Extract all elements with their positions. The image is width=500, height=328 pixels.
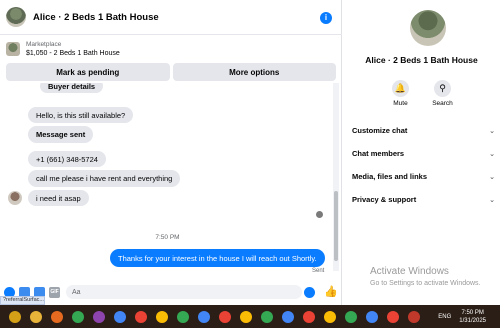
store-icon[interactable] (93, 310, 105, 323)
chrome-icon[interactable] (219, 310, 231, 323)
chrome-icon[interactable] (114, 310, 126, 323)
emoji-icon[interactable] (304, 286, 315, 298)
composer: GIF Aa 👍 (0, 282, 342, 302)
chrome-icon[interactable] (261, 310, 273, 323)
search-label: Search (432, 100, 453, 107)
message-bubble: i need it asap (28, 190, 89, 206)
wallet-app-icon[interactable] (9, 310, 21, 323)
details-menu: Customize chat ⌄ Chat members ⌄ Media, f… (352, 119, 497, 211)
message-scrollbar[interactable] (333, 83, 339, 271)
chrome-icon[interactable] (387, 310, 399, 323)
details-pane: Alice · 2 Beds 1 Bath House 🔔 Mute ⚲ Sea… (343, 0, 500, 305)
clock[interactable]: 7:50 PM 1/31/2025 (459, 309, 486, 325)
like-icon[interactable]: 👍 (324, 286, 338, 298)
activate-windows-watermark: Activate Windows (370, 266, 449, 277)
menu-item-label: Chat members (352, 149, 405, 158)
search-button[interactable]: ⚲ Search (431, 80, 455, 107)
chevron-down-icon: ⌄ (489, 196, 495, 204)
message-input[interactable]: Aa (66, 285, 302, 299)
gif-icon[interactable]: GIF (49, 286, 60, 298)
menu-item-customize-chat[interactable]: Customize chat ⌄ (352, 119, 497, 142)
listing-price: $1,050 - 2 Beds 1 Bath House (26, 50, 120, 57)
chat-title[interactable]: Alice · 2 Beds 1 Bath House (33, 12, 159, 23)
chrome-icon[interactable] (156, 310, 168, 323)
clock-date: 1/31/2025 (459, 317, 486, 324)
sender-avatar (8, 191, 22, 205)
activate-windows-hint: Go to Settings to activate Windows. (370, 280, 481, 287)
system-tray: ENG 7:50 PM 1/31/2025 (438, 305, 500, 328)
listing-text: Marketplace $1,050 - 2 Beds 1 Bath House (26, 40, 120, 58)
listing-actions: Mark as pending More options (6, 63, 336, 81)
terminal-icon[interactable] (408, 310, 420, 323)
chrome-icon[interactable] (282, 310, 294, 323)
menu-item-label: Privacy & support (352, 195, 417, 204)
menu-item-privacy-support[interactable]: Privacy & support ⌄ (352, 188, 497, 211)
message-bubble: Hello, is this still available? (28, 107, 134, 123)
clock-time: 7:50 PM (461, 309, 484, 316)
taskbar (0, 305, 500, 328)
sent-status: Sent (312, 268, 325, 274)
details-avatar (410, 10, 446, 46)
chevron-down-icon: ⌄ (489, 173, 495, 181)
message-timestamp: 7:50 PM (155, 234, 180, 241)
search-icon: ⚲ (434, 80, 451, 97)
message-list: Buyer details Hello, is this still avail… (0, 83, 342, 279)
download-file-chip[interactable]: ?referralSurfac... (0, 296, 45, 305)
menu-item-label: Media, files and links (352, 172, 428, 181)
chevron-down-icon: ⌄ (489, 150, 495, 158)
firefox-icon[interactable] (51, 310, 63, 323)
details-title: Alice · 2 Beds 1 Bath House (365, 55, 478, 65)
more-options-button[interactable]: More options (172, 63, 336, 81)
menu-item-label: Customize chat (352, 126, 408, 135)
mute-label: Mute (393, 100, 408, 107)
info-icon[interactable]: i (320, 12, 332, 24)
chrome-icon[interactable] (324, 310, 336, 323)
message-bubble: +1 (661) 348-5724 (28, 151, 106, 167)
chrome-icon[interactable] (345, 310, 357, 323)
chrome-icon[interactable] (72, 310, 84, 323)
chrome-icon[interactable] (198, 310, 210, 323)
chat-header: Alice · 2 Beds 1 Bath House i (0, 0, 342, 35)
bell-icon: 🔔 (392, 80, 409, 97)
chrome-icon[interactable] (366, 310, 378, 323)
listing-source: Marketplace (26, 41, 62, 48)
chevron-down-icon: ⌄ (489, 127, 495, 135)
details-actions: 🔔 Mute ⚲ Search (343, 80, 500, 107)
scrollbar-thumb[interactable] (334, 191, 338, 261)
screen: Alice · 2 Beds 1 Bath House i Marketplac… (0, 0, 500, 328)
file-explorer-icon[interactable] (30, 310, 42, 323)
message-bubble: Buyer details (40, 83, 104, 93)
outgoing-message-bubble: Thanks for your interest in the house I … (110, 249, 325, 267)
menu-item-media-files[interactable]: Media, files and links ⌄ (352, 165, 497, 188)
read-receipt-avatar (316, 211, 323, 218)
chat-avatar[interactable] (6, 7, 26, 27)
language-indicator[interactable]: ENG (438, 314, 451, 320)
message-bubble: Message sent (28, 126, 94, 143)
mute-button[interactable]: 🔔 Mute (389, 80, 413, 107)
chrome-icon[interactable] (177, 310, 189, 323)
chrome-icon[interactable] (135, 310, 147, 323)
chrome-icon[interactable] (303, 310, 315, 323)
message-bubble: call me please i have rent and everythin… (28, 170, 181, 187)
listing-card[interactable]: Marketplace $1,050 - 2 Beds 1 Bath House (0, 36, 342, 62)
chrome-icon[interactable] (240, 310, 252, 323)
chat-pane: Alice · 2 Beds 1 Bath House i Marketplac… (0, 0, 342, 305)
menu-item-chat-members[interactable]: Chat members ⌄ (352, 142, 497, 165)
listing-thumbnail (6, 42, 20, 56)
mark-as-pending-button[interactable]: Mark as pending (6, 63, 170, 81)
